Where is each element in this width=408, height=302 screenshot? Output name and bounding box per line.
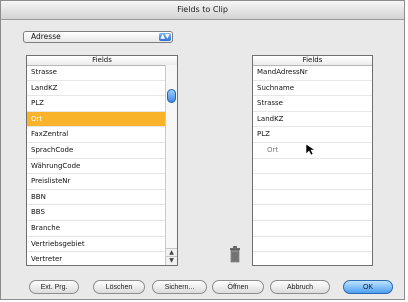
clip-list-empty-row	[253, 159, 372, 175]
fields-list-item[interactable]: BBN	[27, 190, 165, 206]
clip-list-empty-row	[253, 190, 372, 206]
clip-list-empty-row	[253, 174, 372, 190]
clip-fields-list[interactable]: Fields MandAdressNr Suchname Strasse Lan…	[252, 55, 373, 266]
clip-list-empty-row	[253, 221, 372, 237]
fields-list[interactable]: Fields Strasse LandKZ PLZ Ort FaxZentral…	[26, 55, 178, 266]
table-popup-value: Adresse	[31, 32, 61, 41]
arrow-down-icon[interactable]: ▼	[166, 256, 177, 265]
window: Fields to Clip Adresse ▲▼ Fields Strasse…	[0, 0, 405, 300]
fields-list-rows: Strasse LandKZ PLZ Ort FaxZentral Sprach…	[27, 65, 165, 265]
fields-list-scrollbar[interactable]: ▲ ▼	[165, 65, 177, 265]
clip-list-item[interactable]: Suchname	[253, 81, 372, 97]
scroll-thumb[interactable]	[167, 89, 176, 103]
updown-arrows-icon: ▲▼	[159, 33, 171, 41]
fields-list-item[interactable]: Branche	[27, 221, 165, 237]
fields-list-item[interactable]: PreislisteNr	[27, 174, 165, 190]
fields-list-item[interactable]: WährungCode	[27, 159, 165, 175]
loeschen-button[interactable]: Löschen	[93, 280, 145, 294]
ext-prg-button[interactable]: Ext. Prg.	[29, 280, 79, 294]
ok-button[interactable]: OK	[343, 280, 393, 294]
fields-list-item[interactable]: Vertreter	[27, 252, 165, 265]
clip-list-empty-row	[253, 205, 372, 221]
clip-list-item[interactable]: MandAdressNr	[253, 65, 372, 81]
clip-fields-list-rows: MandAdressNr Suchname Strasse LandKZ PLZ…	[253, 65, 372, 265]
fields-list-item[interactable]: PLZ	[27, 96, 165, 112]
clip-list-item[interactable]: PLZ	[253, 127, 372, 143]
fields-list-item[interactable]: SprachCode	[27, 143, 165, 159]
fields-list-item[interactable]: BBS	[27, 205, 165, 221]
sichern-button[interactable]: Sichern...	[152, 280, 207, 294]
clip-list-empty-row	[253, 252, 372, 265]
pointer-cursor-icon	[305, 143, 316, 156]
fields-list-item[interactable]: Strasse	[27, 65, 165, 81]
clip-list-item[interactable]: LandKZ	[253, 112, 372, 128]
fields-list-item[interactable]: LandKZ	[27, 81, 165, 97]
fields-list-item[interactable]: Vertriebsgebiet	[27, 237, 165, 253]
trash-icon[interactable]	[229, 246, 241, 263]
table-popup[interactable]: Adresse ▲▼	[23, 31, 173, 43]
oeffnen-button[interactable]: Öffnen	[212, 280, 264, 294]
fields-list-item[interactable]: FaxZentral	[27, 127, 165, 143]
clip-list-item[interactable]: Strasse	[253, 96, 372, 112]
fields-list-item-selected[interactable]: Ort	[27, 111, 165, 128]
window-title: Fields to Clip	[1, 1, 404, 20]
clip-list-empty-row	[253, 237, 372, 253]
abbruch-button[interactable]: Abbruch	[270, 280, 330, 294]
